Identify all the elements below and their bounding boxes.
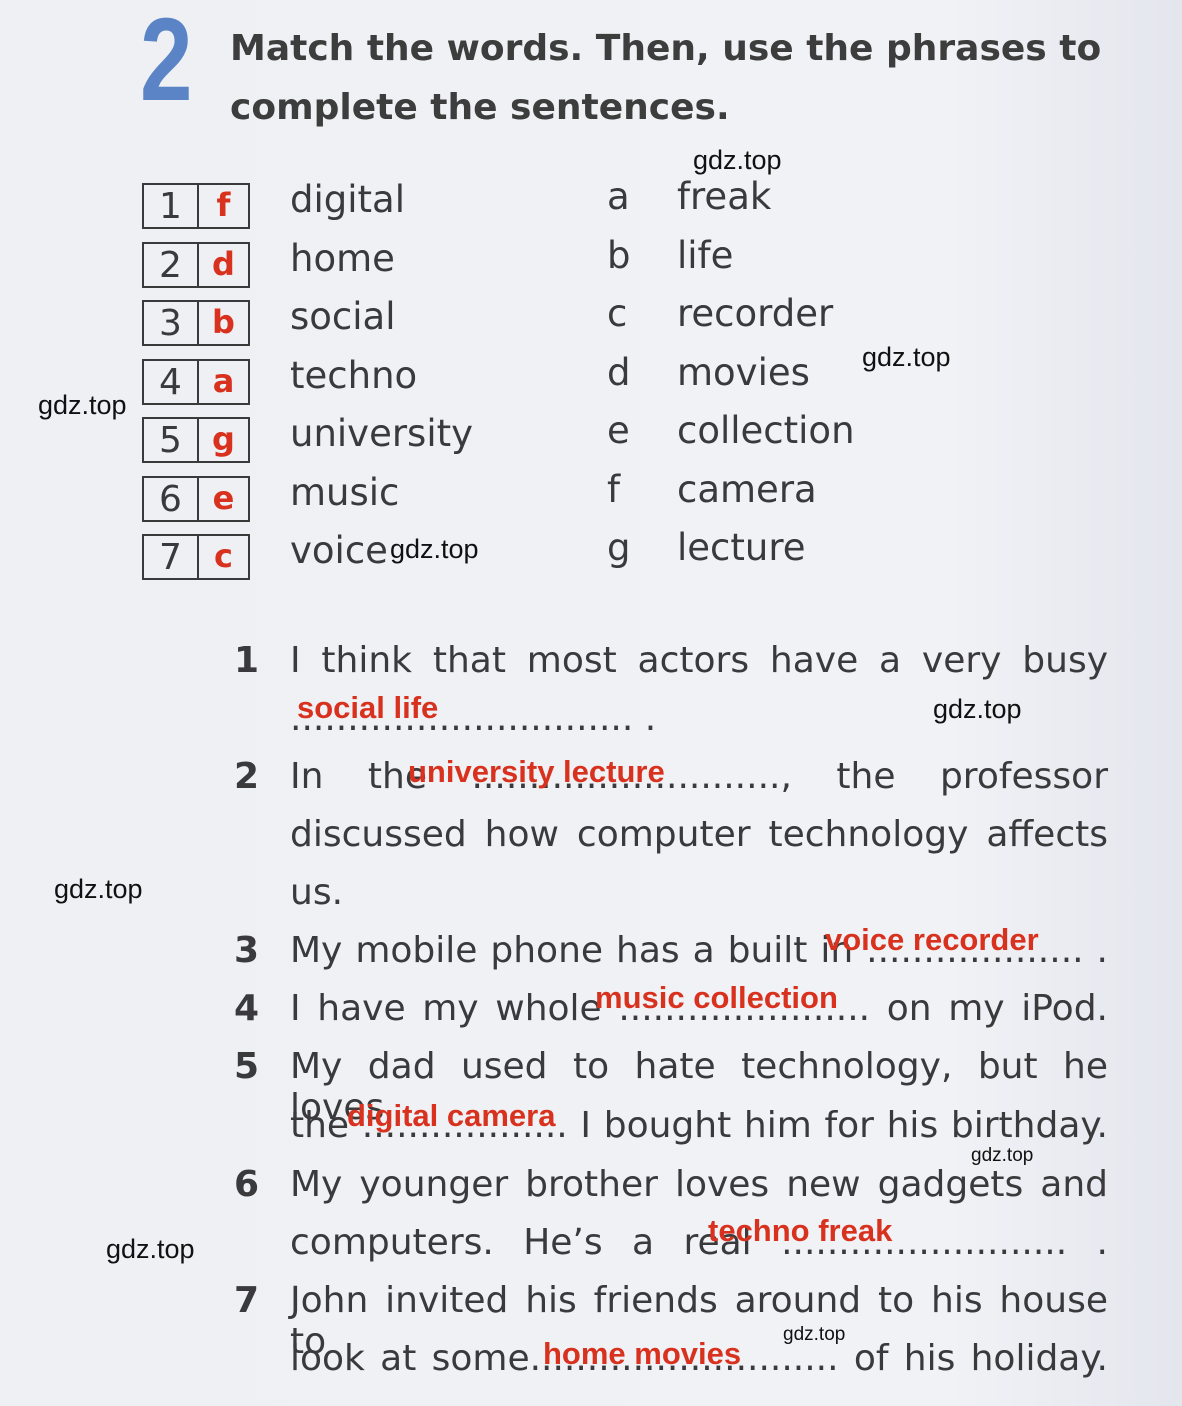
match-answer: c <box>214 537 233 575</box>
option-word: freak <box>677 175 772 218</box>
answer-text: techno freak <box>708 1213 893 1248</box>
instruction-line-1: Match the words. Then, use the phrases t… <box>230 28 1102 69</box>
option-word: lecture <box>677 526 806 569</box>
match-answer: f <box>216 186 231 224</box>
match-number: 7 <box>144 536 199 578</box>
answer-text: university lecture <box>408 754 665 789</box>
watermark: gdz.top <box>54 874 143 904</box>
sentence-line: us. <box>290 872 344 913</box>
answer-text: digital camera <box>347 1098 556 1133</box>
watermark: gdz.top <box>38 390 127 420</box>
option-letter: d <box>607 350 631 394</box>
match-number: 3 <box>144 302 199 344</box>
option-letter: g <box>607 526 631 569</box>
sentence-number: 1 <box>234 640 260 681</box>
watermark: gdz.top <box>106 1234 195 1264</box>
instruction-line-2: complete the sentences. <box>230 87 730 128</box>
match-number: 2 <box>144 243 199 286</box>
sentence-number: 3 <box>234 930 260 971</box>
match-word: digital <box>290 178 405 221</box>
option-word: camera <box>677 467 817 511</box>
watermark: gdz.top <box>971 1145 1034 1166</box>
match-box: 5g <box>142 417 250 463</box>
sentence-line: computers. He’s a real .................… <box>290 1222 1108 1263</box>
match-box: 2d <box>142 241 250 288</box>
sentence-number: 4 <box>234 988 260 1029</box>
match-box: 3b <box>142 300 250 346</box>
match-word: techno <box>290 353 418 397</box>
exercise-number: 2 <box>140 0 193 126</box>
option-word: life <box>677 233 734 277</box>
watermark: gdz.top <box>693 145 782 175</box>
option-word: movies <box>677 350 810 394</box>
match-word: home <box>290 236 395 280</box>
sentence-line: discussed how computer technology affect… <box>290 814 1108 855</box>
match-answer: b <box>212 303 235 341</box>
answer-text: social life <box>297 690 439 725</box>
option-letter: f <box>607 467 621 511</box>
option-letter: e <box>607 409 630 452</box>
match-box: 6e <box>142 475 250 522</box>
match-number: 1 <box>144 185 199 227</box>
sentence-number: 2 <box>234 756 260 797</box>
answer-text: voice recorder <box>825 922 1039 957</box>
match-box: 4a <box>142 358 250 405</box>
watermark: gdz.top <box>933 694 1022 724</box>
option-word: recorder <box>677 292 834 335</box>
match-answer: d <box>212 244 235 283</box>
sentence-number: 6 <box>234 1164 260 1205</box>
match-number: 5 <box>144 419 199 461</box>
watermark: gdz.top <box>390 534 479 564</box>
match-answer: e <box>212 478 235 517</box>
answer-text: home movies <box>543 1336 742 1371</box>
answer-text: music collection <box>595 980 838 1015</box>
sentence-line: I think that most actors have a very bus… <box>290 640 1108 681</box>
watermark: gdz.top <box>783 1324 846 1345</box>
watermark: gdz.top <box>862 342 951 372</box>
match-number: 4 <box>144 360 199 403</box>
match-box: 1f <box>142 183 250 229</box>
match-word: social <box>290 295 396 338</box>
option-letter: a <box>607 175 630 218</box>
sentence-number: 7 <box>234 1280 260 1321</box>
match-box: 7c <box>142 534 250 580</box>
match-answer: a <box>212 361 235 400</box>
match-number: 6 <box>144 477 199 520</box>
option-letter: c <box>607 292 628 335</box>
match-word: voice <box>290 529 388 572</box>
sentence-line: My younger brother loves new gadgets and <box>290 1164 1108 1205</box>
option-letter: b <box>607 233 631 277</box>
sentence-number: 5 <box>234 1046 260 1087</box>
option-word: collection <box>677 409 855 452</box>
match-word: university <box>290 412 474 455</box>
match-word: music <box>290 470 400 514</box>
match-answer: g <box>212 420 235 458</box>
